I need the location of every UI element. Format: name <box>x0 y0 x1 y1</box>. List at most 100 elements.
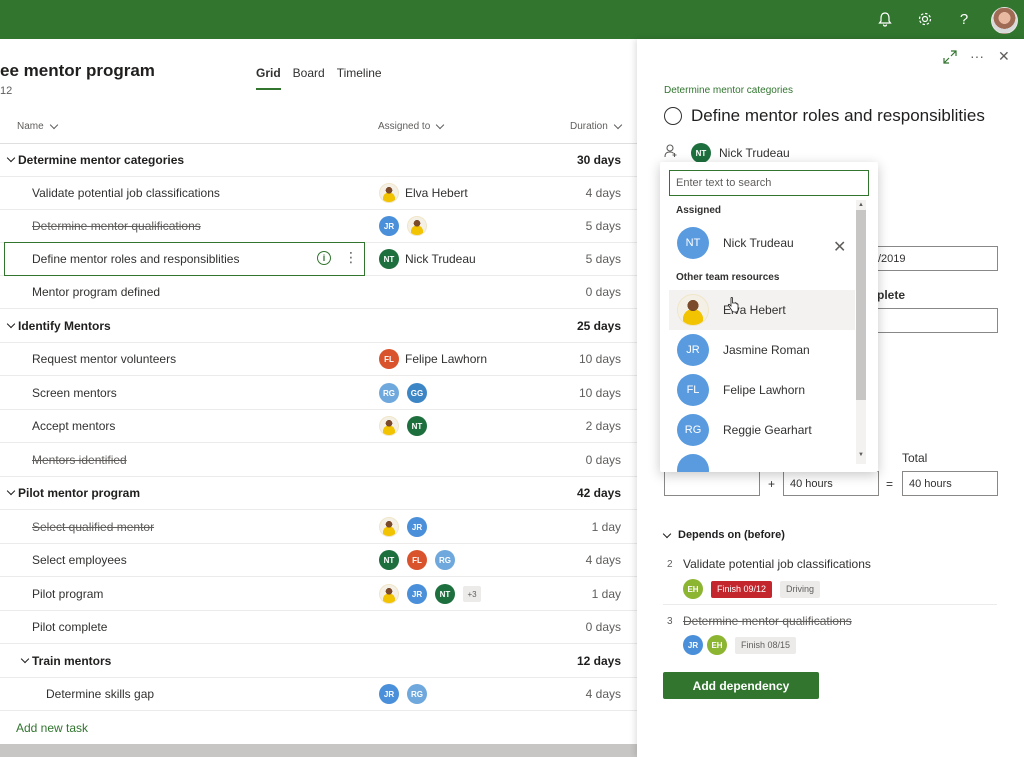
more-assignees-badge[interactable]: +3 <box>463 586 481 602</box>
assignee-name: Nick Trudeau <box>405 252 476 266</box>
table-row[interactable]: Pilot complete 0 days <box>0 611 637 644</box>
task-name: Validate potential job classifications <box>32 186 220 200</box>
plan-subtitle: 12 <box>0 85 13 97</box>
hours-field-2[interactable]: 40 hours <box>783 471 879 496</box>
avatar: RG <box>677 414 709 446</box>
assignees[interactable]: JR <box>379 517 427 537</box>
avatar: NT <box>435 584 455 604</box>
table-row[interactable]: Screen mentors RG GG 10 days <box>0 377 637 410</box>
finish-date-field[interactable]: /2019 <box>871 246 998 271</box>
bell-icon[interactable] <box>876 10 894 28</box>
chevron-down-icon[interactable] <box>20 654 30 664</box>
search-input[interactable]: Enter text to search <box>669 170 869 196</box>
avatar: NT <box>379 550 399 570</box>
assignees[interactable]: JR <box>379 216 427 236</box>
chevron-down-icon[interactable] <box>6 319 16 329</box>
assignees[interactable]: NT FL RG <box>379 550 455 570</box>
assignees[interactable]: NT <box>379 416 427 436</box>
assigned-to[interactable]: NT Nick Trudeau <box>691 143 790 163</box>
table-row[interactable]: Mentor program defined 0 days <box>0 276 637 309</box>
tab-timeline[interactable]: Timeline <box>337 66 382 90</box>
avatar: GG <box>407 383 427 403</box>
selection-outline <box>4 242 365 276</box>
group-row[interactable]: Train mentors 12 days <box>0 645 637 678</box>
avatar: RG <box>435 550 455 570</box>
task-name: Request mentor volunteers <box>32 352 177 366</box>
column-header-duration[interactable]: Duration <box>570 120 623 132</box>
avatar: NT <box>379 249 399 269</box>
duration: 30 days <box>576 153 621 167</box>
gear-icon[interactable] <box>916 10 934 28</box>
dropdown-person-assigned[interactable]: NT Nick Trudeau <box>669 223 855 263</box>
chevron-down-icon[interactable] <box>6 486 16 496</box>
table-row[interactable]: Validate potential job classifications E… <box>0 177 637 210</box>
dropdown-person[interactable]: Elva Hebert <box>669 290 855 330</box>
add-dependency-button[interactable]: Add dependency <box>663 672 819 699</box>
assignees[interactable]: JR NT +3 <box>379 584 481 604</box>
user-avatar[interactable] <box>991 7 1018 34</box>
dependency-badges: JR EH Finish 08/15 <box>683 635 797 655</box>
table-row[interactable]: Select qualified mentor JR 1 day <box>0 511 637 544</box>
task-title[interactable]: Define mentor roles and responsiblities <box>691 106 985 126</box>
hours-field-1[interactable] <box>664 471 760 496</box>
scroll-down-icon[interactable]: ▼ <box>858 452 864 458</box>
chevron-down-icon[interactable] <box>6 153 16 163</box>
group-row[interactable]: Determine mentor categories 30 days <box>0 144 637 177</box>
dependency-name[interactable]: Validate potential job classifications <box>683 557 871 571</box>
table-row[interactable]: Pilot program JR NT +3 1 day <box>0 578 637 611</box>
table-row[interactable]: Select employees NT FL RG 4 days <box>0 544 637 577</box>
group-row[interactable]: Pilot mentor program 42 days <box>0 477 637 510</box>
group-row[interactable]: Identify Mentors 25 days <box>0 310 637 343</box>
dropdown-person[interactable]: RG Reggie Gearhart <box>669 410 855 450</box>
dropdown-person[interactable]: FL Felipe Lawhorn <box>669 370 855 410</box>
assignees[interactable]: NT Nick Trudeau <box>379 249 476 269</box>
more-options-icon[interactable]: ··· <box>970 48 984 64</box>
assignee-name: Elva Hebert <box>405 186 468 200</box>
breadcrumb[interactable]: Determine mentor categories <box>664 85 793 96</box>
table-row[interactable]: Accept mentors NT 2 days <box>0 410 637 443</box>
tab-grid[interactable]: Grid <box>256 66 281 90</box>
table-row[interactable]: Determine skills gap JR RG 4 days <box>0 678 637 711</box>
task-name: Pilot program <box>32 587 104 601</box>
dropdown-person[interactable]: JR Jasmine Roman <box>669 330 855 370</box>
duration: 0 days <box>585 285 621 299</box>
scroll-up-icon[interactable]: ▲ <box>858 202 864 208</box>
scrollbar-thumb[interactable] <box>856 210 866 400</box>
table-row[interactable]: Request mentor volunteers FL Felipe Lawh… <box>0 343 637 376</box>
dropdown-scrollbar[interactable]: ▲ ▼ <box>856 200 866 464</box>
depends-on-header[interactable]: Depends on (before) <box>662 529 785 541</box>
dropdown-person-partial[interactable] <box>669 450 855 472</box>
assign-dropdown: Enter text to search Assigned NT Nick Tr… <box>660 162 878 472</box>
assignees[interactable]: Elva Hebert <box>379 183 468 203</box>
finish-date-badge: Finish 09/12 <box>711 580 773 598</box>
column-header-name[interactable]: Name <box>17 120 58 132</box>
equals-sign: = <box>886 477 894 491</box>
column-header-assigned[interactable]: Assigned to <box>378 120 445 132</box>
percent-complete-field[interactable] <box>871 308 998 333</box>
duration: 25 days <box>576 319 621 333</box>
horizontal-scrollbar[interactable] <box>0 744 637 757</box>
tab-board[interactable]: Board <box>293 66 325 90</box>
person-name: Jasmine Roman <box>723 343 810 357</box>
assignees[interactable]: JR RG <box>379 684 427 704</box>
duration: 2 days <box>585 419 621 433</box>
complete-task-checkbox[interactable] <box>664 107 682 125</box>
remove-assignee-icon[interactable]: ✕ <box>833 237 846 257</box>
close-icon[interactable]: ✕ <box>998 48 1010 65</box>
avatar: EH <box>707 635 727 655</box>
table-row[interactable]: Determine mentor qualifications JR 5 day… <box>0 210 637 243</box>
chevron-down-icon <box>436 120 445 130</box>
table-row[interactable]: Mentors identified 0 days <box>0 444 637 477</box>
assignees[interactable]: RG GG <box>379 383 427 403</box>
dependency-name[interactable]: Determine mentor qualifications <box>683 614 852 628</box>
avatar: JR <box>677 334 709 366</box>
avatar: NT <box>407 416 427 436</box>
avatar: FL <box>677 374 709 406</box>
help-icon[interactable]: ? <box>955 10 973 28</box>
add-new-task-link[interactable]: Add new task <box>16 721 88 735</box>
expand-icon[interactable] <box>943 50 957 67</box>
total-hours-field[interactable]: 40 hours <box>902 471 998 496</box>
assignees[interactable]: FL Felipe Lawhorn <box>379 349 487 369</box>
avatar: JR <box>407 584 427 604</box>
avatar: FL <box>379 349 399 369</box>
